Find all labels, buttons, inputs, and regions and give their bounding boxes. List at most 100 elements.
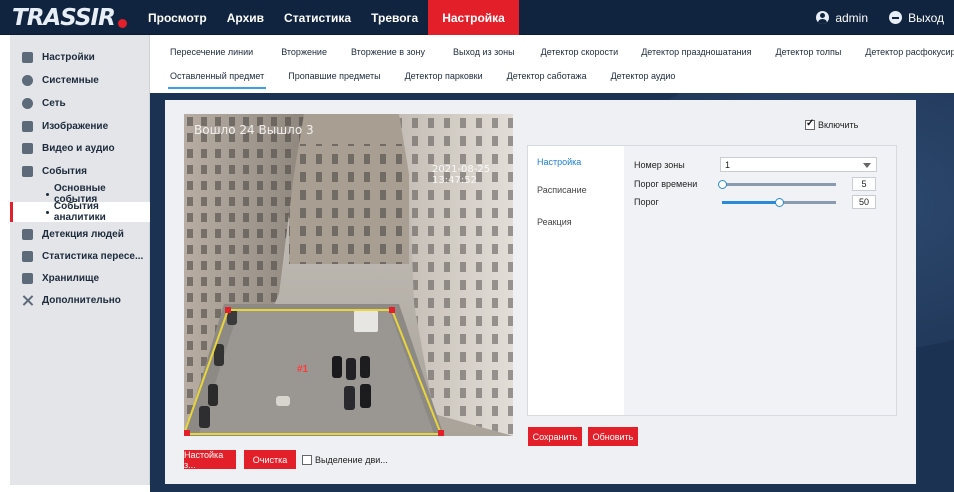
analytics-tabs-row-2: Оставленный предмет Пропавшие предметы Д… bbox=[167, 65, 676, 89]
refresh-button[interactable]: Обновить bbox=[588, 427, 638, 446]
video-icon bbox=[22, 142, 33, 154]
tab-zone-intrusion[interactable]: Вторжение в зону bbox=[351, 41, 425, 63]
tab-audio-detector[interactable]: Детектор аудио bbox=[611, 65, 676, 87]
tab-defocus-detector[interactable]: Детектор расфокусировки bbox=[865, 41, 954, 63]
analytics-tabs-row-1: Пересечение линии Вторжение Вторжение в … bbox=[170, 41, 954, 63]
save-button[interactable]: Сохранить bbox=[528, 427, 582, 446]
enable-checkbox[interactable]: Включить bbox=[805, 118, 859, 130]
sidebar-item-video-audio[interactable]: Видео и аудио bbox=[10, 138, 150, 158]
settings-stage: Вошло 24 Вышло 3 2021-08-25 13:47:52 #1 … bbox=[150, 93, 954, 492]
settings-card: Настройка Расписание Реакция Номер зоны … bbox=[527, 145, 897, 416]
settings-icon bbox=[22, 51, 33, 63]
sidebar-item-label: Настройки bbox=[42, 51, 95, 63]
sidebar-item-system[interactable]: Системные bbox=[10, 70, 150, 90]
camera-preview[interactable]: Вошло 24 Вышло 3 2021-08-25 13:47:52 #1 bbox=[184, 114, 513, 436]
bullet-icon bbox=[46, 210, 49, 214]
sidebar-item-label: Видео и аудио bbox=[42, 142, 115, 154]
zone-handle bbox=[184, 430, 190, 436]
nav-alarm[interactable]: Тревога bbox=[361, 0, 428, 35]
sidebar-item-image[interactable]: Изображение bbox=[10, 116, 150, 136]
sidebar-item-label: Изображение bbox=[42, 120, 109, 132]
sidebar-item-label: Детекция людей bbox=[42, 228, 124, 240]
tab-missing-objects[interactable]: Пропавшие предметы bbox=[288, 65, 380, 87]
zone-handle bbox=[438, 430, 444, 436]
setup-zone-button[interactable]: Настойка з... bbox=[184, 450, 236, 470]
tab-left-object[interactable]: Оставленный предмет bbox=[167, 65, 267, 89]
sidebar-item-people-detection[interactable]: Детекция людей bbox=[10, 224, 150, 244]
sidebar-item-network[interactable]: Сеть bbox=[10, 93, 150, 113]
tab-line-crossing[interactable]: Пересечение линии bbox=[170, 41, 253, 63]
nav-archive[interactable]: Архив bbox=[217, 0, 274, 35]
courtyard-image bbox=[184, 114, 513, 436]
slider-handle[interactable] bbox=[775, 198, 784, 207]
tab-loitering-detector[interactable]: Детектор праздношатания bbox=[641, 41, 751, 63]
card-body: Номер зоны 1 Порог времени 5 Порог 50 bbox=[624, 146, 896, 415]
bell-icon bbox=[22, 165, 33, 177]
card-tabs: Настройка Расписание Реакция bbox=[528, 146, 624, 415]
stats-icon bbox=[22, 250, 33, 262]
zone-number-select[interactable]: 1 bbox=[720, 157, 877, 172]
sidebar-item-analytics-events[interactable]: События аналитики bbox=[10, 201, 150, 223]
image-icon bbox=[22, 120, 33, 132]
slider-handle[interactable] bbox=[718, 180, 727, 189]
zone-handle bbox=[389, 307, 395, 313]
sidebar-item-events[interactable]: События bbox=[10, 161, 150, 181]
zone-number-value: 1 bbox=[725, 159, 731, 170]
nav-view[interactable]: Просмотр bbox=[138, 0, 217, 35]
slider-fill bbox=[722, 201, 779, 204]
nav-statistics[interactable]: Статистика bbox=[274, 0, 361, 35]
sidebar-item-label: Системные bbox=[42, 74, 99, 86]
card-tab-reaction[interactable]: Реакция bbox=[528, 206, 624, 238]
enable-label: Включить bbox=[818, 120, 859, 130]
globe-icon bbox=[22, 97, 33, 109]
logout-label: Выход bbox=[908, 10, 944, 25]
time-threshold-slider[interactable] bbox=[718, 180, 836, 189]
sidebar-item-advanced[interactable]: Дополнительно bbox=[10, 290, 150, 310]
sidebar-item-label: Сеть bbox=[42, 97, 66, 109]
threshold-slider[interactable] bbox=[722, 198, 836, 207]
trassir-logo[interactable]: TRASSIR bbox=[12, 5, 127, 31]
osd-counter-text: Вошло 24 Вышло 3 bbox=[194, 123, 314, 137]
tab-parking-detector[interactable]: Детектор парковки bbox=[405, 65, 483, 87]
tab-zone-exit[interactable]: Выход из зоны bbox=[453, 41, 515, 63]
user-menu[interactable]: admin bbox=[816, 0, 868, 35]
person-detect-icon bbox=[22, 228, 33, 240]
time-threshold-label: Порог времени bbox=[634, 179, 698, 189]
zone-number-label: #1 bbox=[297, 364, 309, 375]
sidebar-item-storage[interactable]: Хранилище bbox=[10, 268, 150, 288]
tab-sabotage-detector[interactable]: Детектор саботажа bbox=[507, 65, 587, 87]
clear-button[interactable]: Очистка bbox=[244, 450, 296, 469]
sidebar-item-settings[interactable]: Настройки bbox=[10, 47, 150, 67]
threshold-label: Порог bbox=[634, 197, 659, 207]
sidebar-item-label: Хранилище bbox=[42, 272, 100, 284]
storage-icon bbox=[22, 272, 33, 284]
nav-settings[interactable]: Настройка bbox=[428, 0, 519, 35]
motion-select-checkbox[interactable]: Выделение дви... bbox=[302, 455, 388, 465]
bullet-icon bbox=[46, 192, 49, 196]
time-threshold-value[interactable]: 5 bbox=[852, 177, 876, 191]
settings-panel: Вошло 24 Вышло 3 2021-08-25 13:47:52 #1 … bbox=[165, 100, 916, 484]
tab-speed-detector[interactable]: Детектор скорости bbox=[541, 41, 619, 63]
card-tab-schedule[interactable]: Расписание bbox=[528, 174, 624, 206]
user-icon bbox=[816, 11, 830, 24]
sidebar-item-crossing-stats[interactable]: Статистика пересе... bbox=[10, 246, 150, 266]
motion-select-label: Выделение дви... bbox=[315, 455, 388, 465]
sidebar-item-label: События аналитики bbox=[53, 201, 106, 223]
user-name: admin bbox=[835, 10, 868, 25]
sidebar-item-label: Статистика пересе... bbox=[42, 250, 144, 262]
tab-intrusion[interactable]: Вторжение bbox=[281, 41, 327, 63]
osd-timestamp: 2021-08-25 13:47:52 bbox=[432, 164, 491, 186]
logo-text: TRASSIR bbox=[12, 5, 116, 31]
sidebar-item-label: Дополнительно bbox=[42, 294, 121, 306]
main-content: Пересечение линии Вторжение Вторжение в … bbox=[150, 35, 954, 492]
sidebar: Настройки Системные Сеть Изображение Вид… bbox=[10, 35, 150, 485]
checkbox-icon bbox=[302, 455, 312, 465]
tab-crowd-detector[interactable]: Детектор толпы bbox=[775, 41, 841, 63]
logo-dot bbox=[117, 19, 127, 28]
top-bar: TRASSIR Просмотр Архив Статистика Тревог… bbox=[0, 0, 954, 35]
tools-icon bbox=[22, 295, 33, 306]
info-icon bbox=[22, 74, 33, 86]
sidebar-item-label: События bbox=[42, 165, 87, 177]
threshold-value[interactable]: 50 bbox=[852, 195, 876, 209]
logout-button[interactable]: Выход bbox=[889, 0, 944, 35]
